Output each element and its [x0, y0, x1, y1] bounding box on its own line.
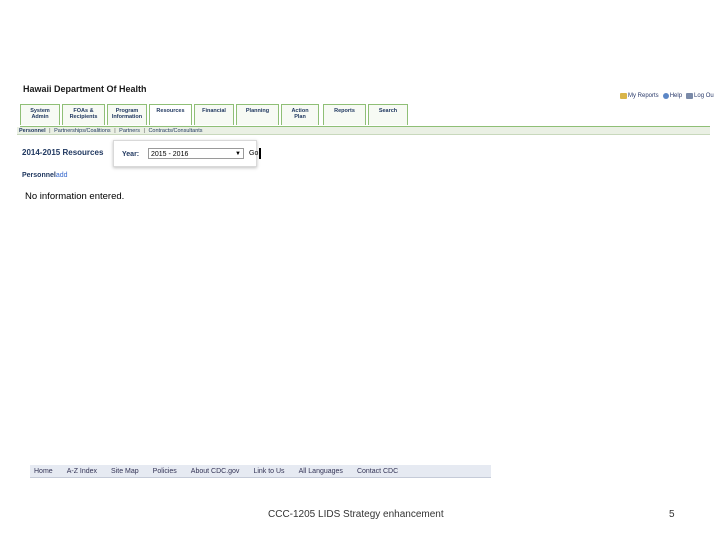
tab-label: Planning — [245, 108, 270, 114]
subnav-item-partnerships[interactable]: Partnerships/Coalitions — [54, 128, 111, 134]
tab-label: Resources — [156, 108, 185, 114]
utility-links: My Reports Help Log Ou — [620, 93, 714, 99]
sub-navigation: Personnel | Partnerships/Coalitions | Pa… — [17, 127, 710, 135]
personnel-label: Personnel — [22, 172, 56, 179]
help-icon — [662, 93, 669, 99]
personnel-heading: Personneladd — [22, 172, 68, 179]
personnel-add-link[interactable]: add — [56, 172, 68, 179]
empty-state-message: No information entered. — [25, 191, 125, 202]
help-label: Help — [669, 93, 683, 99]
main-tabs: System Admin FOAs & Recipients Program I… — [20, 104, 710, 128]
tab-label: Plan — [294, 114, 306, 120]
report-icon — [620, 93, 627, 99]
logout-link[interactable]: Log Ou — [686, 93, 714, 99]
help-link[interactable]: Help — [662, 93, 683, 99]
slide-page-number: 5 — [669, 509, 675, 520]
year-select[interactable]: 2015 - 2016 ▼ — [148, 148, 244, 159]
footer-links: Home A-Z Index Site Map Policies About C… — [30, 465, 491, 478]
year-selector-panel: Year: 2015 - 2016 ▼ Go — [113, 140, 262, 167]
subnav-separator: | — [114, 128, 116, 134]
year-label: Year: — [122, 151, 140, 158]
footer-link-contact[interactable]: Contact CDC — [357, 468, 398, 475]
tab-label: Search — [378, 108, 398, 114]
tab-planning[interactable]: Planning — [236, 104, 279, 125]
tab-label: Financial — [202, 108, 226, 114]
my-reports-label: My Reports — [628, 93, 659, 99]
footer-link-policies[interactable]: Policies — [153, 468, 177, 475]
footer-link-a-z-index[interactable]: A-Z Index — [67, 468, 97, 475]
tab-financial[interactable]: Financial — [194, 104, 234, 125]
subnav-separator: | — [143, 128, 145, 134]
year-select-value: 2015 - 2016 — [151, 151, 189, 158]
tab-program-information[interactable]: Program Information — [107, 104, 147, 125]
go-button[interactable]: Go — [248, 148, 262, 159]
tab-foas-recipients[interactable]: FOAs & Recipients — [62, 104, 105, 125]
footer-link-link-to-us[interactable]: Link to Us — [253, 468, 284, 475]
subnav-item-personnel[interactable]: Personnel — [19, 128, 46, 134]
tab-label: Reports — [334, 108, 355, 114]
org-title: Hawaii Department Of Health — [23, 84, 147, 94]
my-reports-link[interactable]: My Reports — [620, 93, 659, 99]
footer-link-home[interactable]: Home — [34, 468, 53, 475]
subnav-item-contracts[interactable]: Contracts/Consultants — [148, 128, 202, 134]
footer-link-site-map[interactable]: Site Map — [111, 468, 139, 475]
tab-label: Admin — [31, 114, 49, 120]
logout-icon — [686, 93, 694, 99]
footer-link-about[interactable]: About CDC.gov — [191, 468, 240, 475]
logout-label: Log Ou — [694, 93, 714, 99]
slide-caption: CCC-1205 LIDS Strategy enhancement — [268, 509, 444, 520]
tab-label: Recipients — [69, 114, 98, 120]
chevron-down-icon: ▼ — [235, 151, 241, 157]
tab-resources[interactable]: Resources — [149, 104, 192, 125]
footer-link-all-languages[interactable]: All Languages — [299, 468, 343, 475]
tab-label: Information — [111, 114, 143, 120]
resources-title: 2014-2015 Resources — [22, 148, 104, 157]
tab-system-admin[interactable]: System Admin — [20, 104, 60, 125]
tab-reports[interactable]: Reports — [323, 104, 366, 125]
subnav-item-partners[interactable]: Partners — [119, 128, 140, 134]
subnav-separator: | — [49, 128, 51, 134]
tab-search[interactable]: Search — [368, 104, 408, 125]
tab-action-plan[interactable]: Action Plan — [281, 104, 319, 125]
